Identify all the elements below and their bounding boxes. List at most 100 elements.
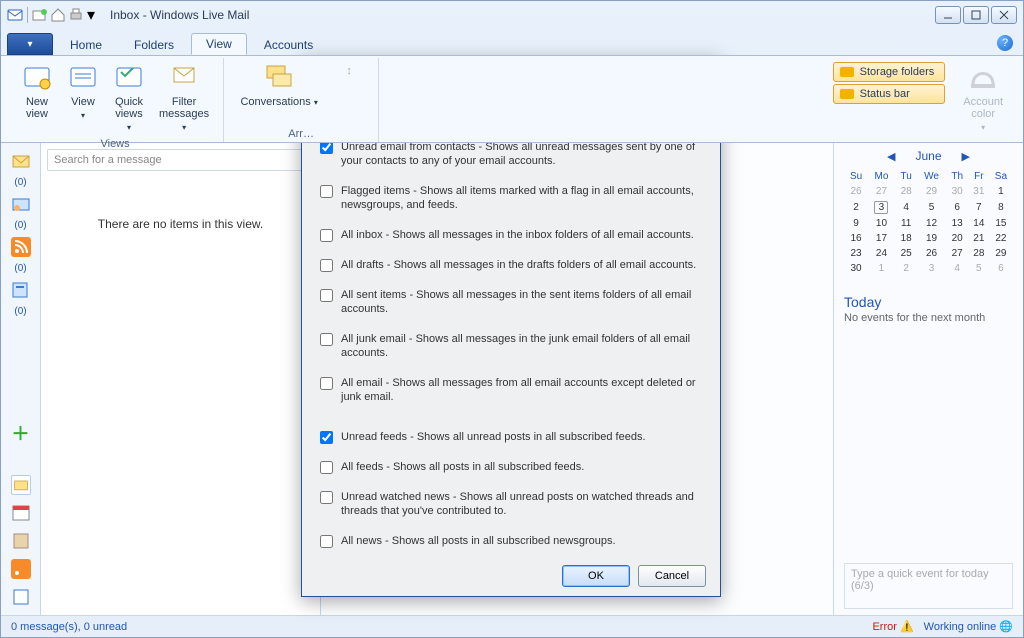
- quick-view-option[interactable]: All sent items - Shows all messages in t…: [320, 288, 702, 316]
- calendar-day[interactable]: 27: [946, 246, 969, 261]
- quick-view-option[interactable]: All email - Shows all messages from all …: [320, 376, 702, 404]
- minimize-button[interactable]: [935, 6, 961, 24]
- calendar-day[interactable]: 7: [969, 199, 989, 216]
- file-tab[interactable]: ▾: [7, 33, 53, 55]
- calendar-day[interactable]: 10: [868, 216, 895, 231]
- quick-view-option[interactable]: Unread feeds - Shows all unread posts in…: [320, 430, 702, 444]
- calendar-day[interactable]: 18: [895, 231, 918, 246]
- close-button[interactable]: [991, 6, 1017, 24]
- calendar-day[interactable]: 3: [868, 199, 895, 216]
- tab-view[interactable]: View: [191, 33, 247, 55]
- quick-view-option[interactable]: All inbox - Shows all messages in the in…: [320, 228, 702, 242]
- calendar-day[interactable]: 4: [895, 199, 918, 216]
- calendar-day[interactable]: 24: [868, 246, 895, 261]
- next-month-button[interactable]: ▶: [962, 150, 970, 163]
- calendar-day[interactable]: 5: [918, 199, 946, 216]
- unread-mail-icon[interactable]: [11, 151, 31, 171]
- search-input[interactable]: Search for a message: [47, 149, 314, 171]
- calendar-day[interactable]: 16: [844, 231, 868, 246]
- newsgroups-module-icon[interactable]: [11, 587, 31, 607]
- news-icon[interactable]: [11, 280, 31, 300]
- new-view-button[interactable]: New view: [17, 60, 57, 122]
- tab-accounts[interactable]: Accounts: [249, 34, 328, 55]
- calendar-day[interactable]: 17: [868, 231, 895, 246]
- calendar-day[interactable]: 8: [989, 199, 1013, 216]
- quick-view-checkbox[interactable]: [320, 491, 333, 504]
- status-error[interactable]: Error ⚠️: [872, 620, 913, 633]
- contacts-mail-icon[interactable]: [11, 194, 31, 214]
- qat-dropdown-icon[interactable]: ▾: [86, 7, 96, 23]
- quick-view-checkbox[interactable]: [320, 431, 333, 444]
- calendar-day[interactable]: 6: [946, 199, 969, 216]
- view-button[interactable]: View▾: [63, 60, 103, 124]
- quick-view-option[interactable]: All drafts - Shows all messages in the d…: [320, 258, 702, 272]
- calendar-day[interactable]: 4: [946, 261, 969, 276]
- calendar-day[interactable]: 1: [989, 184, 1013, 199]
- calendar-day[interactable]: 31: [969, 184, 989, 199]
- cancel-button[interactable]: Cancel: [638, 565, 706, 587]
- calendar-day[interactable]: 19: [918, 231, 946, 246]
- quick-view-option[interactable]: All news - Shows all posts in all subscr…: [320, 534, 702, 548]
- quick-view-checkbox[interactable]: [320, 229, 333, 242]
- calendar-day[interactable]: 12: [918, 216, 946, 231]
- quick-view-option[interactable]: Unread watched news - Shows all unread p…: [320, 490, 702, 518]
- prev-month-button[interactable]: ◀: [887, 150, 895, 163]
- status-online[interactable]: Working online 🌐: [924, 620, 1013, 633]
- calendar-module-icon[interactable]: [11, 503, 31, 523]
- calendar-day[interactable]: 22: [989, 231, 1013, 246]
- quick-view-checkbox[interactable]: [320, 259, 333, 272]
- calendar-day[interactable]: 23: [844, 246, 868, 261]
- calendar-day[interactable]: 1: [868, 261, 895, 276]
- quick-view-option[interactable]: Unread email from contacts - Shows all u…: [320, 140, 702, 168]
- calendar-day[interactable]: 14: [969, 216, 989, 231]
- calendar-day[interactable]: 2: [895, 261, 918, 276]
- quick-view-option[interactable]: All feeds - Shows all posts in all subsc…: [320, 460, 702, 474]
- calendar-day[interactable]: 26: [844, 184, 868, 199]
- calendar-day[interactable]: 9: [844, 216, 868, 231]
- calendar-day[interactable]: 3: [918, 261, 946, 276]
- calendar-day[interactable]: 29: [918, 184, 946, 199]
- calendar-day[interactable]: 11: [895, 216, 918, 231]
- calendar-day[interactable]: 30: [844, 261, 868, 276]
- calendar-day[interactable]: 5: [969, 261, 989, 276]
- calendar-day[interactable]: 28: [895, 184, 918, 199]
- calendar-day[interactable]: 2: [844, 199, 868, 216]
- quick-views-button[interactable]: Quick views▾: [109, 60, 149, 136]
- maximize-button[interactable]: [963, 6, 989, 24]
- calendar-day[interactable]: 28: [969, 246, 989, 261]
- quick-view-checkbox[interactable]: [320, 289, 333, 302]
- help-button[interactable]: ?: [997, 35, 1013, 51]
- add-icon[interactable]: ＋: [11, 423, 31, 443]
- conversations-button[interactable]: Conversations ▾: [234, 60, 324, 111]
- calendar-day[interactable]: 21: [969, 231, 989, 246]
- expand-button[interactable]: ↕: [330, 60, 368, 82]
- tab-home[interactable]: Home: [55, 34, 117, 55]
- calendar-day[interactable]: 6: [989, 261, 1013, 276]
- quick-view-option[interactable]: All junk email - Shows all messages in t…: [320, 332, 702, 360]
- storage-folders-button[interactable]: Storage folders: [833, 62, 946, 82]
- print-icon[interactable]: [68, 7, 84, 23]
- quick-view-checkbox[interactable]: [320, 461, 333, 474]
- calendar-day[interactable]: 13: [946, 216, 969, 231]
- calendar-day[interactable]: 25: [895, 246, 918, 261]
- tab-folders[interactable]: Folders: [119, 34, 189, 55]
- home-icon[interactable]: [50, 7, 66, 23]
- filter-messages-button[interactable]: Filter messages▾: [155, 60, 213, 136]
- new-mail-icon[interactable]: [32, 7, 48, 23]
- ok-button[interactable]: OK: [562, 565, 630, 587]
- calendar-day[interactable]: 27: [868, 184, 895, 199]
- contacts-module-icon[interactable]: [11, 531, 31, 551]
- feeds-module-icon[interactable]: [11, 559, 31, 579]
- quick-view-checkbox[interactable]: [320, 185, 333, 198]
- quick-view-checkbox[interactable]: [320, 377, 333, 390]
- calendar-day[interactable]: 20: [946, 231, 969, 246]
- calendar-day[interactable]: 30: [946, 184, 969, 199]
- calendar-grid[interactable]: SuMoTuWeThFrSa 2627282930311234567891011…: [844, 169, 1013, 276]
- calendar-day[interactable]: 15: [989, 216, 1013, 231]
- quick-view-checkbox[interactable]: [320, 333, 333, 346]
- calendar-day[interactable]: 26: [918, 246, 946, 261]
- quick-view-checkbox[interactable]: [320, 535, 333, 548]
- feeds-icon[interactable]: [11, 237, 31, 257]
- quick-event-input[interactable]: Type a quick event for today (6/3): [844, 563, 1013, 609]
- status-bar-button[interactable]: Status bar: [833, 84, 946, 104]
